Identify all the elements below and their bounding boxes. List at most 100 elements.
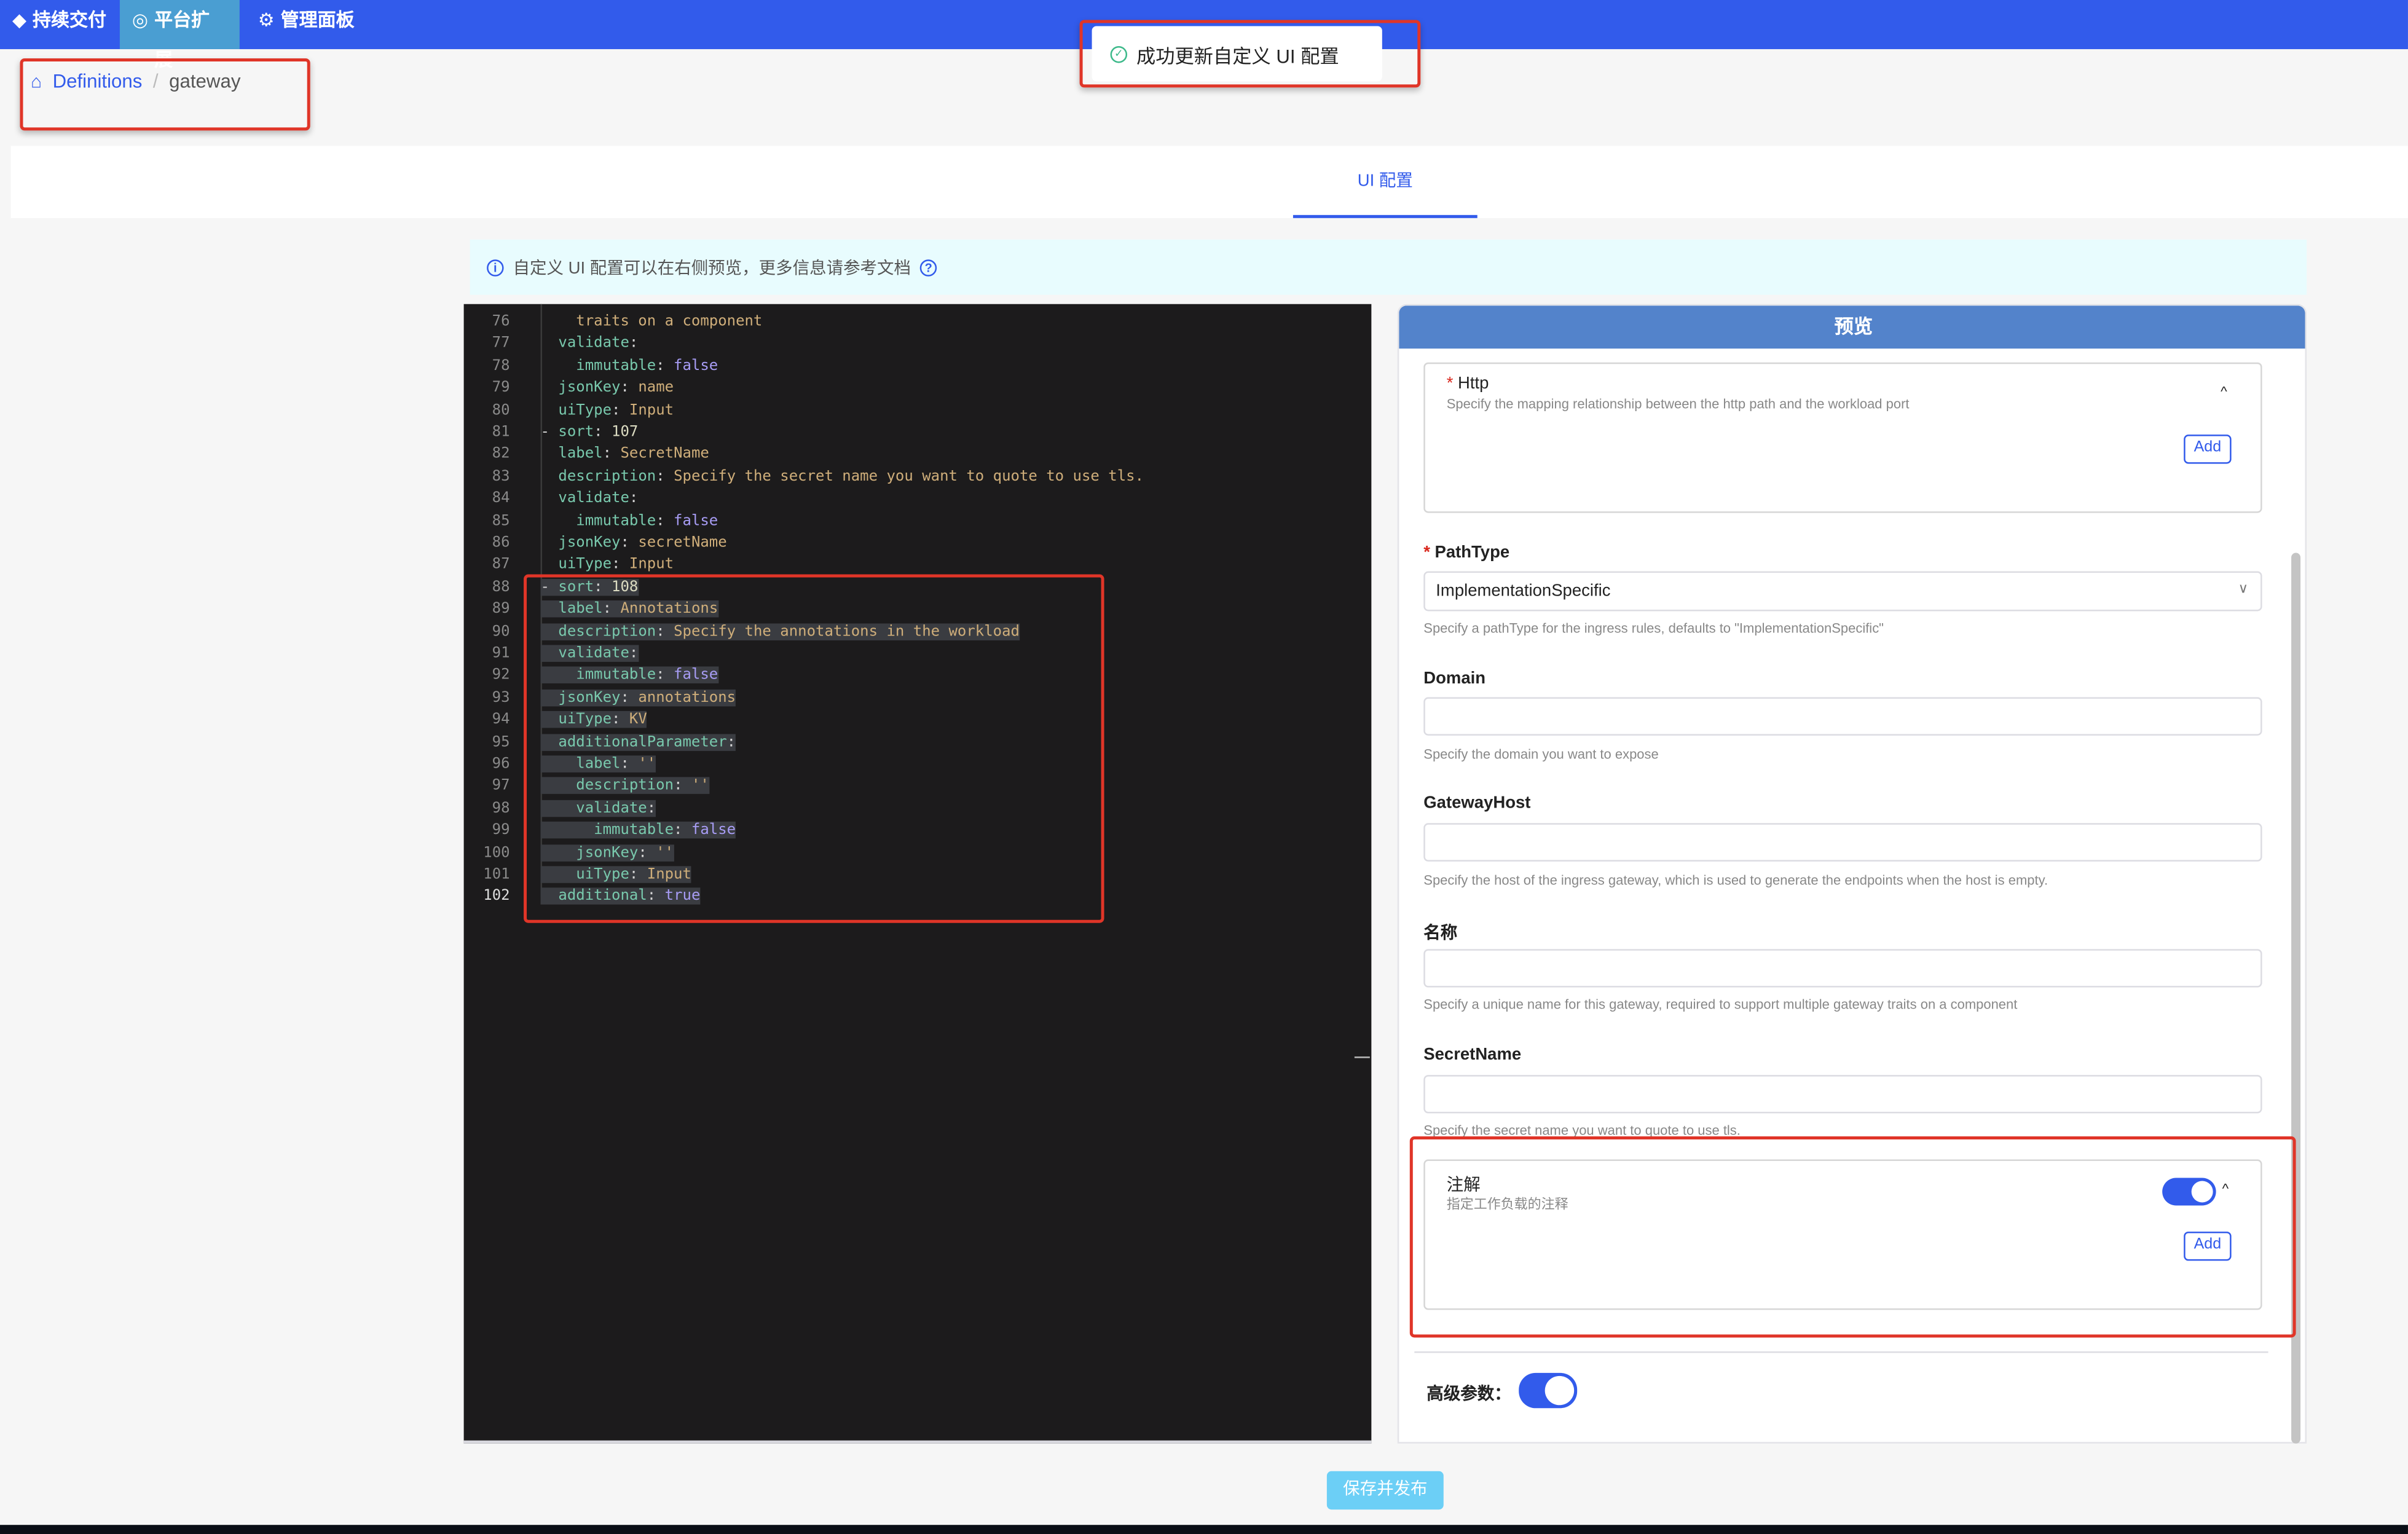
domain-help: Specify the domain you want to expose	[1423, 746, 1659, 762]
code-line[interactable]: jsonKey: secretName	[541, 533, 726, 555]
yaml-value: 107	[602, 423, 639, 441]
editor-scroll-marker[interactable]	[1354, 1056, 1370, 1058]
tab-ui-config[interactable]: UI 配置	[1293, 146, 1477, 218]
http-card: * Http Specify the mapping relationship b…	[1423, 362, 2262, 513]
breadcrumb-definitions-link[interactable]: Definitions	[53, 71, 143, 92]
advanced-params-toggle[interactable]	[1519, 1372, 1578, 1409]
gatewayhost-input[interactable]	[1423, 823, 2262, 862]
http-description: Specify the mapping relationship between…	[1446, 396, 1910, 412]
yaml-key: validate	[558, 490, 629, 508]
secretname-input[interactable]	[1423, 1075, 2262, 1114]
yaml-key: label	[558, 446, 603, 463]
yaml-key: immutable	[576, 512, 656, 530]
yaml-value: Input	[620, 401, 674, 419]
colon: :	[602, 446, 612, 463]
pathtype-value: ImplementationSpecific	[1436, 582, 1611, 600]
chevron-up-icon[interactable]: ^	[2221, 384, 2227, 399]
colon: :	[629, 490, 639, 508]
yaml-value: Specify the secret name you want to quot…	[664, 468, 1144, 486]
info-text: 自定义 UI 配置可以在右侧预览，更多信息请参考文档	[513, 259, 911, 278]
nav-item-admin-panel[interactable]: ⚙ 管理面板	[246, 0, 367, 49]
code-line[interactable]: immutable: false	[541, 356, 718, 378]
gatewayhost-label: GatewayHost	[1423, 793, 1531, 812]
colon: :	[594, 423, 603, 441]
line-number: 91	[492, 645, 510, 662]
line-number: 99	[492, 822, 510, 839]
yaml-key: immutable	[576, 357, 656, 375]
home-icon[interactable]: ⌂	[31, 71, 42, 92]
code-line[interactable]: validate:	[541, 334, 638, 356]
code-line[interactable]: description: Specify the secret name you…	[541, 466, 1144, 489]
code-line[interactable]: jsonKey: name	[541, 378, 674, 400]
gear-icon: ⚙	[258, 9, 275, 31]
divider	[1414, 1351, 2268, 1353]
chevron-down-icon: ∨	[2238, 580, 2249, 596]
line-number: 78	[492, 357, 510, 375]
code-line[interactable]: - sort: 107	[541, 422, 639, 444]
highlight-box-code	[524, 574, 1104, 923]
breadcrumb-current: gateway	[169, 70, 241, 92]
secretname-label: SecretName	[1423, 1045, 1522, 1064]
yaml-key: uiType	[558, 556, 612, 573]
layers-icon: ◆	[12, 9, 27, 31]
yaml-value: name	[629, 379, 674, 397]
info-banner: i 自定义 UI 配置可以在右侧预览，更多信息请参考文档 ?	[470, 239, 2307, 295]
secretname-help: Specify the secret name you want to quot…	[1423, 1122, 1741, 1138]
yaml-value: Input	[620, 556, 674, 573]
pathtype-help: Specify a pathType for the ingress rules…	[1423, 620, 1884, 636]
code-line[interactable]: immutable: false	[541, 511, 718, 533]
domain-input[interactable]	[1423, 697, 2262, 736]
line-number: 89	[492, 600, 510, 618]
check-circle-icon: ✓	[1110, 45, 1128, 63]
line-number: 84	[492, 490, 510, 508]
yaml-key: description	[558, 468, 656, 486]
save-and-publish-button[interactable]: 保存并发布	[1326, 1471, 1444, 1510]
success-toast: ✓ 成功更新自定义 UI 配置	[1092, 26, 1382, 82]
code-string: traits on a component	[576, 313, 763, 331]
pathtype-label-row: * PathType	[1423, 544, 1509, 562]
http-add-button[interactable]: Add	[2184, 435, 2232, 464]
yaml-key: sort	[558, 423, 594, 441]
preview-title: 预览	[1399, 305, 2305, 349]
line-number: 100	[483, 844, 510, 861]
code-line[interactable]: traits on a component	[541, 312, 763, 334]
line-number: 85	[492, 512, 510, 530]
colon: :	[612, 556, 621, 573]
line-number: 77	[492, 335, 510, 353]
line-number: 82	[492, 446, 510, 463]
yaml-value: SecretName	[612, 446, 709, 463]
line-number: 96	[492, 755, 510, 773]
name-input[interactable]	[1423, 949, 2262, 988]
question-icon[interactable]: ?	[920, 259, 937, 276]
code-line[interactable]: label: SecretName	[541, 444, 709, 466]
colon: :	[620, 534, 629, 552]
line-number: 101	[483, 866, 510, 883]
required-marker: *	[1446, 374, 1454, 393]
code-line[interactable]: validate:	[541, 489, 639, 511]
line-number: 93	[492, 689, 510, 706]
line-number: 76	[492, 313, 510, 331]
nav-item-platform-extension[interactable]: ◎ 平台扩展	[119, 0, 240, 71]
name-label: 名称	[1423, 924, 1458, 943]
bottom-strip	[0, 1525, 2408, 1534]
pathtype-label: PathType	[1434, 543, 1510, 562]
line-number: 81	[492, 423, 510, 441]
tab-bar	[10, 146, 2408, 218]
pathtype-select[interactable]: ImplementationSpecific ∨	[1423, 571, 2262, 612]
code-line[interactable]: uiType: Input	[541, 400, 674, 422]
line-number: 95	[492, 733, 510, 750]
line-number: 97	[492, 777, 510, 795]
line-number: 79	[492, 379, 510, 397]
line-number: 98	[492, 800, 510, 817]
http-label-row: * Http	[1447, 375, 1489, 393]
nav-item-continuous-delivery[interactable]: ◆ 持续交付	[0, 0, 119, 49]
line-number: 92	[492, 667, 510, 684]
